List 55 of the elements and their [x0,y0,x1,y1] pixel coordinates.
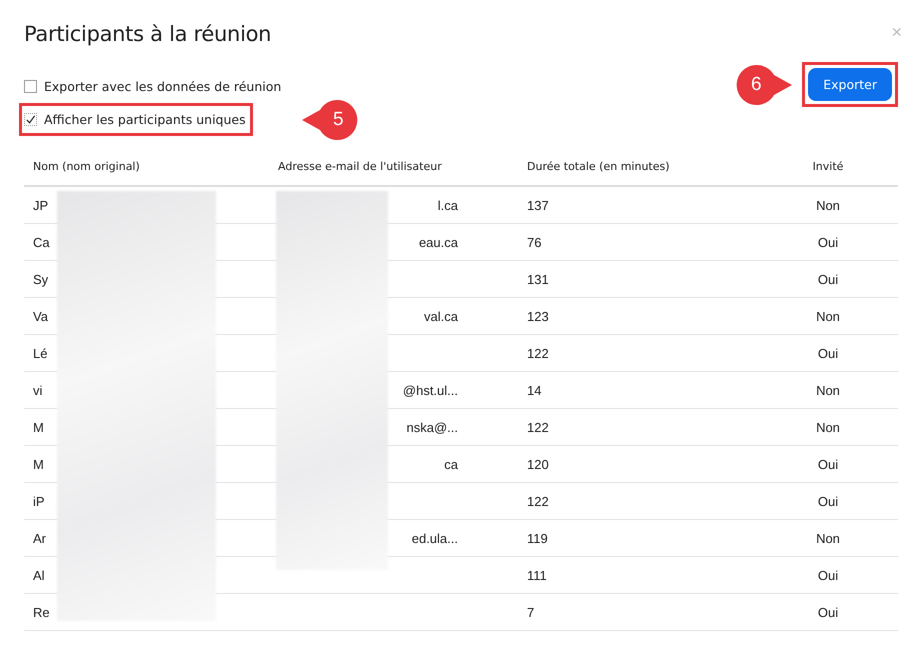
table-cell-text: 111 [526,568,548,582]
checkbox[interactable] [24,80,37,93]
table-cell-text: vi [32,382,44,398]
table-cell-text: 119 [526,530,549,546]
table-cell-text: Va [32,308,49,324]
table-cell-text: Oui [816,456,840,472]
table-cell-text: Oui [816,494,840,508]
table-cell-text: 76 [526,234,542,250]
column-header: Nom (nom original) [32,160,141,173]
table-cell-text: Oui [816,568,840,582]
table-cell-text: Ca [32,234,51,250]
table-cell-text: M [32,420,45,434]
table-cell-text: Oui [816,272,840,286]
table-cell-text: 123 [526,308,550,324]
table-cell-text: Re [32,604,51,620]
table-cell: @hst.ul... [402,382,458,398]
checkbox-option[interactable]: Exporter avec les données de réunion [19,70,288,103]
table-cell-text: Lé [32,346,48,360]
table-cell-text: iP [32,494,46,508]
dialog-title: Participants à la réunion [24,22,272,46]
table-cell: l.ca [438,198,458,212]
table-cell-text: Non [815,382,841,398]
table-cell-text: Al [32,568,46,582]
table-cell-text: Sy [32,272,50,286]
table-cell-text: 122 [526,420,550,434]
table-cell: eau.ca [418,234,458,250]
table-cell-text: 131 [526,272,550,286]
table-cell: nska@... [406,420,458,434]
column-header: Durée totale (en minutes) [526,160,671,173]
table-cell: ed.ula... [412,530,458,546]
table-cell-text: 137 [526,198,550,212]
table-cell-text: Non [815,198,841,212]
table-cell-text: 122 [526,494,550,508]
table-cell-text: 122 [526,346,550,360]
table-cell: val.ca [424,308,458,324]
table-cell-text: 14 [526,382,542,398]
checkbox[interactable] [24,113,37,126]
highlighted-checkbox-option[interactable]: Afficher les participants uniques [19,103,253,136]
callout-badge: 6 [736,64,792,106]
table-cell-text: Ar [32,530,47,546]
column-header: Adresse e-mail de l'utilisateur [277,160,443,173]
table-cell-text: M [32,456,45,472]
table-cell-text: 120 [526,456,550,472]
table-cell-text: Non [815,530,841,546]
table-cell-text: Non [815,308,841,324]
callout-badge: 5 [302,98,358,140]
table-cell-text: Oui [816,604,840,620]
table-cell-text: Oui [816,346,840,360]
table-cell-text: JP [32,198,50,212]
table-cell: ca [444,456,458,472]
table-cell-text: 7 [526,604,536,620]
export-button[interactable]: Exporter [808,68,892,101]
table-cell-text: Oui [816,234,840,250]
table-cell-text: Non [815,420,841,434]
column-header: Invité [812,160,844,173]
